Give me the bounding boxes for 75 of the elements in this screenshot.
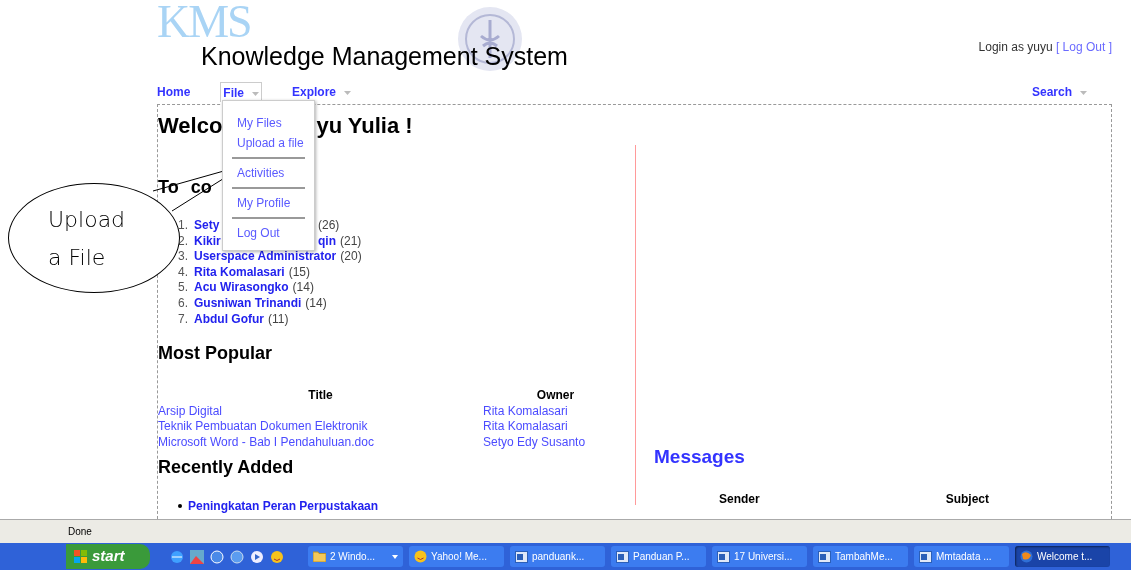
section-heading: Most Popular xyxy=(158,342,273,366)
menu-item[interactable]: My Files xyxy=(232,113,305,133)
menu-item[interactable]: Upload a file xyxy=(232,133,305,153)
status-text: Done xyxy=(68,525,92,539)
owner-link[interactable]: Rita Komalasari xyxy=(483,419,568,434)
list-number: 5. xyxy=(178,280,189,296)
list-number: 1. xyxy=(178,218,189,234)
section-heading: Messages xyxy=(654,445,746,469)
column-header: Title xyxy=(308,388,333,403)
contributor-link[interactable]: qin xyxy=(318,233,336,250)
windows-logo-icon xyxy=(74,549,88,564)
document-link[interactable]: Teknik Pembuatan Dokumen Elektronik xyxy=(158,419,368,434)
document-icon xyxy=(515,550,528,563)
contributor-link[interactable]: Userspace Administrator xyxy=(194,249,337,265)
taskbar-button[interactable]: Welcome t... xyxy=(1015,546,1110,567)
taskbar-button[interactable]: panduank... xyxy=(510,546,605,567)
owner-link[interactable]: Setyo Edy Susanto xyxy=(483,434,586,449)
login-status: Login as yuyu xyxy=(978,40,1053,54)
contributor-link[interactable]: Sety xyxy=(194,218,220,234)
contribution-count: (11) xyxy=(268,311,289,328)
column-header: Sender xyxy=(719,490,760,508)
welcome-heading: yu Yulia ! xyxy=(316,111,413,140)
column-header: Owner xyxy=(536,388,575,403)
list-number: 7. xyxy=(178,311,189,328)
document-icon xyxy=(616,550,629,563)
nav-link[interactable]: Explore xyxy=(292,83,352,101)
article-link[interactable]: Peningkatan Peran Perpustakaan xyxy=(188,497,379,516)
nav-link[interactable]: File xyxy=(220,82,262,102)
taskbar-button[interactable]: Yahoo! Me... xyxy=(409,546,504,567)
logout-link[interactable]: [ Log Out ] xyxy=(1055,40,1112,54)
document-icon xyxy=(919,550,932,563)
document-icon xyxy=(717,550,730,563)
menu-item[interactable]: Activities xyxy=(232,163,305,183)
contribution-count: (20) xyxy=(340,249,362,265)
taskbar-button[interactable]: TambahMe... xyxy=(813,546,908,567)
list-number: 4. xyxy=(178,264,189,281)
column-header: Subject xyxy=(945,490,990,508)
taskbar-button[interactable]: 17 Universi... xyxy=(712,546,807,567)
contributor-link[interactable]: Abdul Gofur xyxy=(194,311,264,328)
smiley-icon xyxy=(414,550,427,563)
contributor-link[interactable]: Acu Wirasongko xyxy=(194,280,289,296)
section-heading: co xyxy=(190,175,212,199)
contributor-link[interactable]: Gusniwan Trinandi xyxy=(194,295,302,312)
owner-link[interactable]: Rita Komalasari xyxy=(483,403,568,418)
section-heading: Recently Added xyxy=(158,456,295,480)
welcome-heading: Welco xyxy=(158,111,223,140)
bullet-icon xyxy=(178,504,182,509)
taskbar-button[interactable]: Panduan P... xyxy=(611,546,706,567)
document-link[interactable]: Arsip Digital xyxy=(158,403,223,418)
menu-item[interactable]: Log Out xyxy=(232,223,305,243)
document-link[interactable]: Microsoft Word - Bab I Pendahuluan.doc xyxy=(158,434,374,449)
nav-link[interactable]: Home xyxy=(157,83,191,101)
taskbar-button[interactable]: 2 Windo... xyxy=(308,546,403,567)
folder-icon xyxy=(313,551,326,562)
search-menu[interactable]: Search xyxy=(1031,83,1087,101)
document-icon xyxy=(818,550,831,563)
callout-text: Upload a File xyxy=(48,206,127,272)
circle-icon[interactable] xyxy=(230,549,244,564)
contribution-count: (14) xyxy=(305,295,327,312)
contributor-link[interactable]: Kikir xyxy=(194,233,221,250)
taskbar-button[interactable]: Mmtadata ... xyxy=(914,546,1009,567)
start-button[interactable]: start xyxy=(66,544,150,569)
list-number: 3. xyxy=(178,249,189,265)
picture-icon[interactable] xyxy=(190,549,204,564)
contribution-count: (21) xyxy=(340,233,362,250)
smiley-icon[interactable] xyxy=(270,549,284,564)
contribution-count: (15) xyxy=(288,264,311,281)
logo-title: Knowledge Management System xyxy=(201,44,568,69)
contribution-count: (26) xyxy=(318,218,340,234)
contributor-link[interactable]: Rita Komalasari xyxy=(194,264,285,281)
menu-item[interactable]: My Profile xyxy=(232,193,305,213)
contribution-count: (14) xyxy=(292,280,314,296)
list-number: 6. xyxy=(178,295,189,312)
logo-letters: KMS xyxy=(157,2,251,42)
play-icon[interactable] xyxy=(250,549,264,564)
